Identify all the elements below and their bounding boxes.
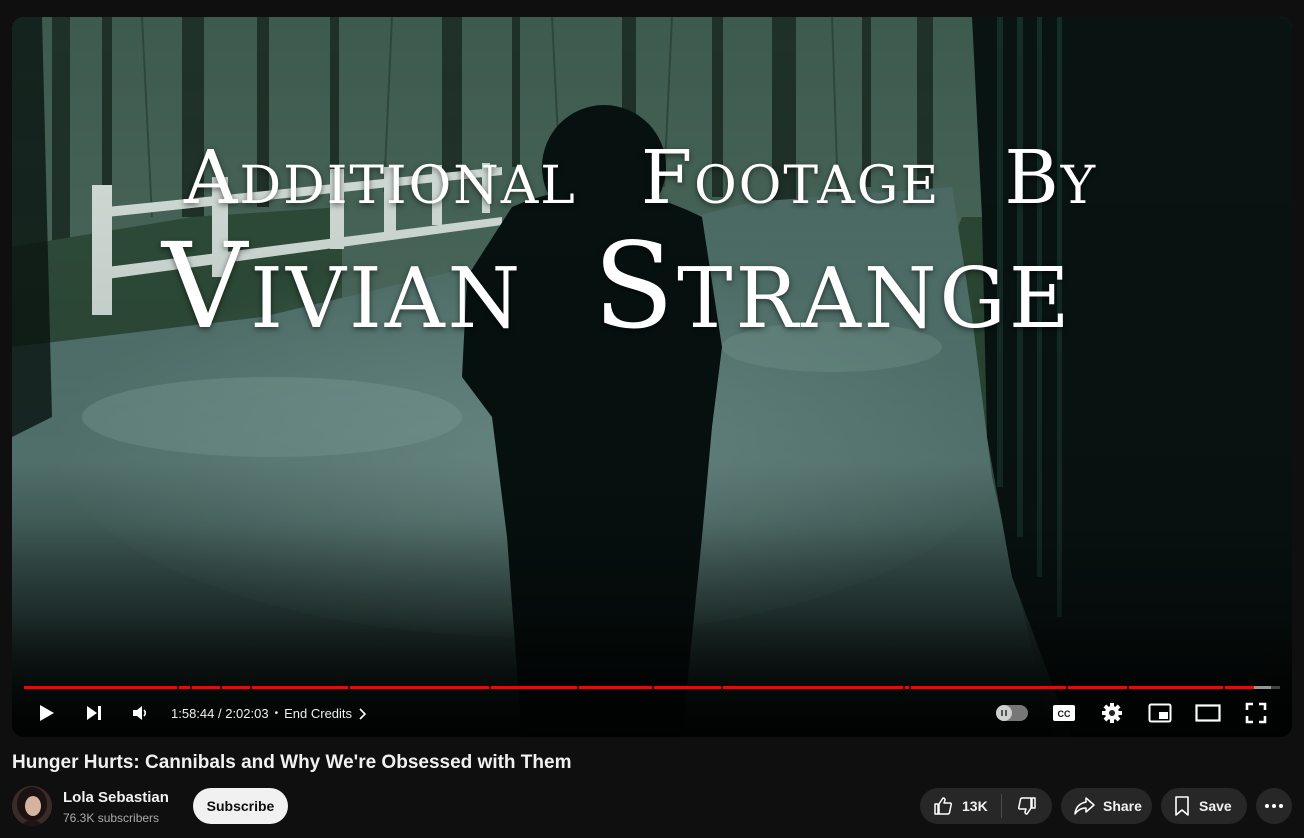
- miniplayer-button[interactable]: [1142, 697, 1178, 729]
- more-actions-button[interactable]: [1256, 788, 1292, 824]
- chapter-marker: [721, 686, 724, 689]
- like-count: 13K: [962, 798, 988, 814]
- time-display: 1:58:44 / 2:02:03 • End Credits: [171, 706, 367, 721]
- chapter-marker: [903, 686, 906, 689]
- save-label: Save: [1199, 798, 1232, 814]
- thumbs-up-icon: [934, 797, 952, 815]
- chapter-separator: •: [274, 708, 279, 719]
- autoplay-toggle[interactable]: [996, 705, 1028, 721]
- chevron-right-icon: [359, 707, 367, 720]
- chapter-marker: [250, 686, 253, 689]
- chapter-marker: [652, 686, 654, 689]
- next-icon: [87, 706, 101, 720]
- subscriber-count: 76.3K subscribers: [63, 811, 160, 825]
- channel-avatar[interactable]: [12, 786, 52, 826]
- owner-row: Lola Sebastian 76.3K subscribers Subscri…: [12, 786, 1292, 826]
- video-player[interactable]: Additional Footage By Vivian Strange 1:58:4…: [12, 17, 1292, 737]
- progress-bar[interactable]: [24, 686, 1280, 689]
- thumbs-down-icon: [1018, 797, 1036, 815]
- chapter-title: End Credits: [284, 706, 353, 721]
- theater-icon: [1195, 704, 1221, 722]
- progress-played: [24, 686, 1254, 689]
- dislike-button[interactable]: [1002, 788, 1052, 824]
- chapter-marker: [1223, 686, 1226, 689]
- share-icon: [1074, 797, 1095, 815]
- miniplayer-icon: [1148, 703, 1172, 723]
- progress-buffered: [1253, 686, 1272, 689]
- captions-button[interactable]: CC: [1046, 697, 1082, 729]
- chapter-marker: [488, 686, 491, 689]
- bookmark-icon: [1175, 796, 1189, 816]
- subscribe-button[interactable]: Subscribe: [193, 788, 288, 824]
- svg-text:CC: CC: [1058, 709, 1071, 719]
- cc-icon: CC: [1053, 705, 1075, 721]
- like-button[interactable]: 13K: [920, 788, 1001, 824]
- time-separator: /: [214, 706, 226, 721]
- chapter-marker: [219, 686, 222, 689]
- duration: 2:02:03: [225, 706, 269, 721]
- gear-icon: [1102, 703, 1122, 723]
- play-icon: [40, 705, 54, 721]
- theater-mode-button[interactable]: [1190, 697, 1226, 729]
- chapter-marker: [348, 686, 351, 689]
- fullscreen-button[interactable]: [1238, 697, 1274, 729]
- volume-icon: [133, 706, 147, 720]
- pause-icon: [1001, 710, 1007, 716]
- mute-button[interactable]: [122, 697, 158, 729]
- current-time: 1:58:44: [171, 706, 215, 721]
- play-button[interactable]: [28, 697, 64, 729]
- autoplay-knob: [996, 705, 1012, 721]
- chapter-marker: [1126, 686, 1129, 689]
- more-horizontal-icon: [1265, 804, 1283, 808]
- save-button[interactable]: Save: [1161, 788, 1247, 824]
- next-button[interactable]: [76, 697, 112, 729]
- chapter-marker: [1066, 686, 1069, 689]
- chapter-marker: [576, 686, 579, 689]
- chapter-marker: [909, 686, 912, 689]
- chapter-button[interactable]: End Credits: [284, 706, 367, 721]
- avatar-image: [12, 786, 52, 826]
- chapter-marker: [189, 686, 192, 689]
- channel-name[interactable]: Lola Sebastian: [63, 789, 169, 806]
- like-dislike-group: 13K: [920, 788, 1052, 824]
- chapter-marker: [177, 686, 180, 689]
- share-button[interactable]: Share: [1061, 788, 1152, 824]
- settings-button[interactable]: [1094, 697, 1130, 729]
- video-title: Hunger Hurts: Cannibals and Why We're Ob…: [12, 752, 572, 773]
- share-label: Share: [1103, 798, 1142, 814]
- fullscreen-icon: [1245, 702, 1267, 724]
- player-controls: 1:58:44 / 2:02:03 • End Credits CC: [12, 697, 1292, 729]
